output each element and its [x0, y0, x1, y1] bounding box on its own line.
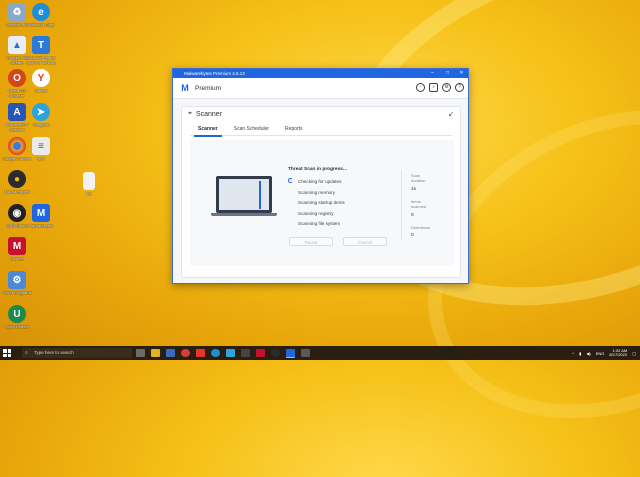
scan-step-2: Scanning memory: [298, 190, 336, 195]
desktop-icon-text[interactable]: ≡ text: [26, 137, 56, 161]
malwarebytes-tray-app-icon[interactable]: [271, 349, 280, 357]
notification-center-icon[interactable]: ▢: [632, 351, 636, 356]
notifications-icon[interactable]: ♪: [429, 83, 438, 92]
desktop-icon-malwarebytes[interactable]: ● Malwarebytes: [2, 170, 32, 194]
mcafee-icon: M: [8, 237, 26, 255]
metric-duration-value: 1s: [411, 187, 417, 192]
metric-items-value: 0: [411, 213, 414, 218]
app-header: M Premium ◦ ♪ ⚙ ?: [173, 78, 468, 99]
obs-icon: ◉: [8, 204, 26, 222]
maximize-button[interactable]: □: [442, 69, 453, 78]
help-icon[interactable]: ?: [455, 83, 464, 92]
scan-step-5: Scanning file system: [298, 221, 341, 226]
settings-gear-icon[interactable]: ⚙: [442, 83, 451, 92]
glary-icon: U: [8, 305, 26, 323]
metric-duration-label: Scan duration: [411, 173, 426, 183]
clock[interactable]: 1:02 AM 8/17/2022: [609, 348, 628, 358]
telegram-icon: ➤: [32, 103, 50, 121]
metrics-divider: [401, 170, 402, 240]
tab-scan-scheduler[interactable]: Scan Scheduler: [226, 125, 277, 135]
metric-items-label: Items scanned: [411, 199, 427, 209]
minimize-button[interactable]: –: [427, 69, 438, 78]
scan-step-1: Checking for updates: [298, 179, 342, 184]
malwarebytes-icon: ●: [8, 170, 26, 188]
desktop-icon-telegram[interactable]: ➤ Telegram: [26, 103, 56, 127]
scan-step-4: Scanning registry: [298, 211, 334, 216]
yandex-taskbar-icon[interactable]: [196, 349, 205, 357]
yandex-icon: Y: [32, 69, 50, 87]
clock-date: 8/17/2022: [609, 352, 628, 357]
language-indicator[interactable]: ENG: [596, 351, 605, 356]
driver-icon: ⚙: [8, 271, 26, 289]
spinner-icon: [288, 178, 293, 183]
desktop-icon-edge[interactable]: e Microsoft Edge: [26, 3, 56, 27]
window-title: Malwarebytes Premium 4.5.13: [184, 71, 245, 76]
laptop-illustration: [211, 176, 277, 216]
taskbar: ⌕ Type here to search ^ ▮ ◀) ENG 1:02 AM…: [0, 346, 640, 360]
title-bar[interactable]: Malwarebytes Premium 4.5.13 – □ ✕: [173, 69, 468, 78]
teams-icon: T: [32, 36, 50, 54]
edge-taskbar-icon[interactable]: [211, 349, 220, 357]
network-icon[interactable]: ▮: [579, 351, 581, 356]
file-explorer-icon[interactable]: [151, 349, 160, 357]
desktop-icon-driver[interactable]: ⚙ Driver Programs: [2, 271, 32, 295]
product-name: Premium: [195, 84, 222, 92]
start-windows-icon[interactable]: [3, 349, 11, 357]
collapse-icon[interactable]: ↙: [448, 110, 454, 118]
scan-step-3: Scanning startup items: [298, 200, 345, 205]
system-tray: ^ ▮ ◀) ENG 1:02 AM 8/17/2022 ▢: [572, 348, 636, 358]
desktop-icon-mcafee[interactable]: M McAfee: [2, 237, 32, 261]
scanner-icon: A: [8, 103, 26, 121]
edge-icon: e: [32, 3, 50, 21]
mcafee-taskbar-icon[interactable]: [256, 349, 265, 357]
malwarebytes-logo-icon: M: [181, 83, 189, 93]
recycle-bin-icon: ♻: [8, 3, 26, 21]
volume-icon[interactable]: ◀): [586, 351, 590, 356]
malwarebytes-taskbar-icon[interactable]: [286, 349, 295, 358]
scan-progress-bar: [259, 181, 261, 209]
desktop-icon-teams[interactable]: T Microsoft Teams (work or school): [26, 36, 56, 65]
desktop-icon-malwarebytes-m[interactable]: M Malwarebytes: [26, 204, 56, 228]
task-view-icon[interactable]: [136, 349, 145, 357]
scan-status-title: Threat Scan in progress...: [288, 167, 347, 172]
tab-scanner[interactable]: Scanner: [190, 125, 226, 137]
drive-icon: ▲: [8, 36, 26, 54]
desktop-icon-file[interactable]: file: [74, 172, 104, 196]
tray-chevron-icon[interactable]: ^: [572, 351, 574, 356]
account-icon[interactable]: ◦: [416, 83, 425, 92]
terminal-taskbar-icon[interactable]: [301, 349, 310, 357]
telegram-taskbar-icon[interactable]: [226, 349, 235, 357]
metric-detections-value: 0: [411, 233, 414, 238]
desktop-icon-glary[interactable]: U Glary Utilities: [2, 305, 32, 329]
chrome-icon: [8, 137, 26, 155]
taskbar-search-input[interactable]: ⌕ Type here to search: [22, 348, 132, 358]
close-button[interactable]: ✕: [456, 69, 467, 78]
pause-button[interactable]: Pause: [289, 237, 333, 246]
chrome-taskbar-icon[interactable]: [181, 349, 190, 357]
store-icon[interactable]: [166, 349, 175, 357]
tab-reports[interactable]: Reports: [277, 125, 311, 135]
file-icon: ≡: [32, 137, 50, 155]
blank-file-icon: [83, 172, 95, 190]
opera-icon: O: [8, 69, 26, 87]
taskbar-apps: [136, 349, 310, 358]
cancel-button[interactable]: Cancel: [343, 237, 387, 246]
desktop-icon-yandex[interactable]: Y Yandex: [26, 69, 56, 93]
card-title: Scanner: [195, 110, 223, 118]
malwarebytes-m-icon: M: [32, 204, 50, 222]
search-placeholder: Type here to search: [34, 350, 74, 355]
search-icon: ⌕: [25, 350, 28, 356]
scanner-crosshair-icon: ⌖: [188, 110, 192, 117]
metric-detections-label: Detections: [411, 225, 430, 230]
obs-taskbar-icon[interactable]: [241, 349, 250, 357]
tab-bar: Scanner Scan Scheduler Reports: [190, 125, 452, 137]
